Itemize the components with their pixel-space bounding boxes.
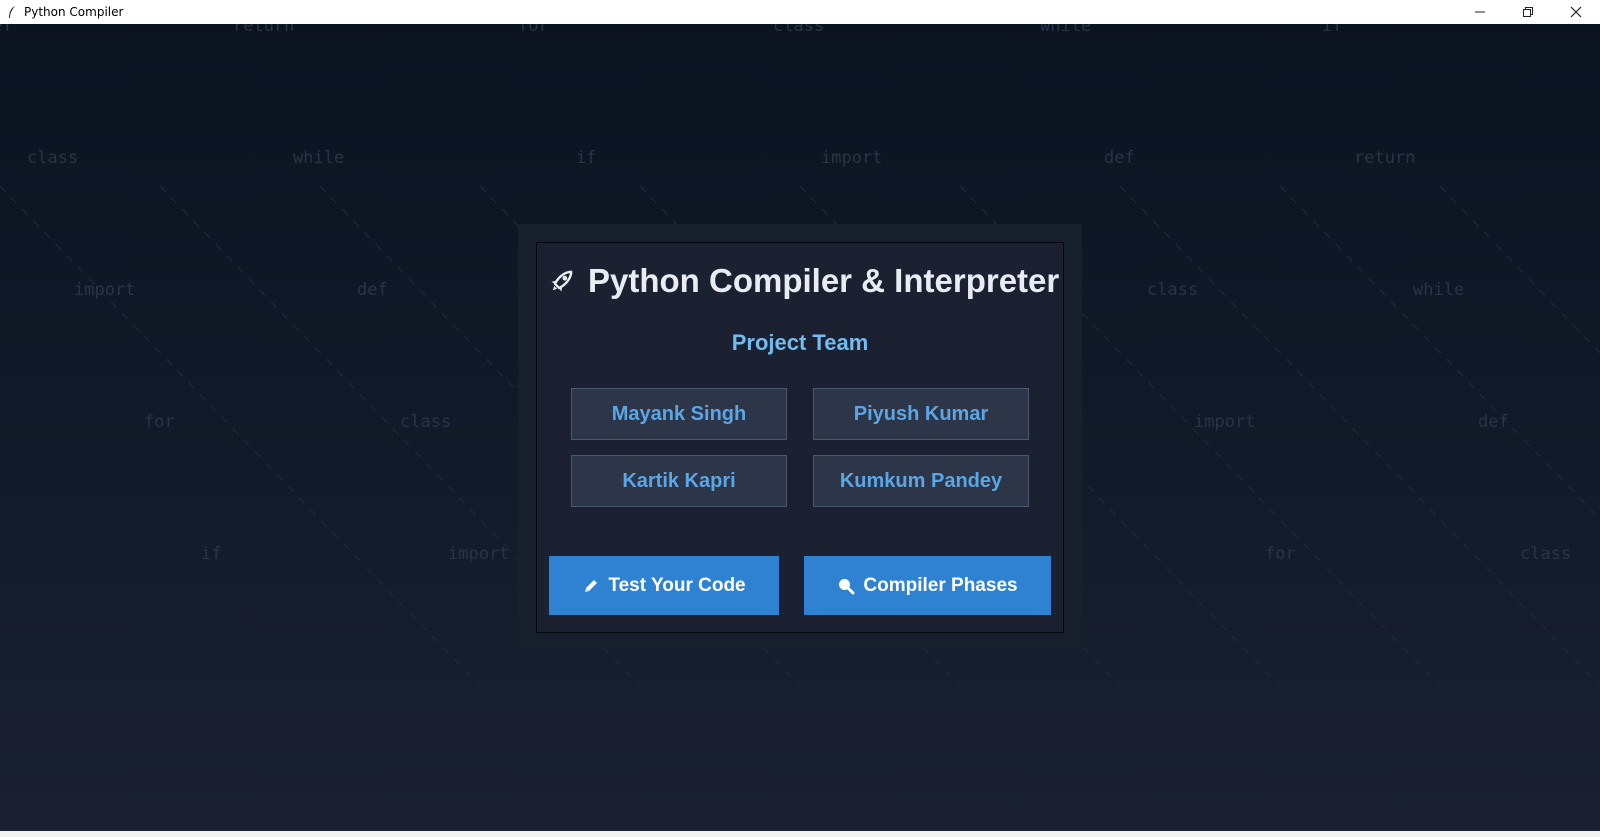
rocket-icon [546, 265, 578, 297]
background-keyword: while [1040, 24, 1092, 36]
background-keyword: class [1147, 280, 1199, 300]
background-keyword: class [27, 148, 79, 168]
team-heading: Project Team [731, 330, 869, 355]
pencil-icon [582, 577, 600, 595]
bottom-edge [0, 831, 1600, 837]
compiler-phases-label: Compiler Phases [863, 574, 1018, 596]
background-keyword: class [400, 412, 452, 432]
background-keyword: def [357, 280, 388, 300]
close-button[interactable] [1552, 0, 1600, 24]
background-keyword: def [1104, 148, 1135, 168]
background-keyword: class [1520, 544, 1572, 564]
background-keyword: for [144, 412, 175, 432]
background-keyword: def [1478, 412, 1509, 432]
magnifier-icon [837, 577, 855, 595]
close-icon [1570, 6, 1582, 18]
background-keyword: if [201, 544, 222, 564]
minimize-icon [1475, 11, 1485, 13]
app-title: Python Compiler & Interpreter [588, 262, 1060, 299]
team-member-card: Mayank Singh [571, 388, 787, 440]
background-keyword: if [576, 148, 597, 168]
background-keyword: import [1194, 412, 1256, 432]
background-keyword: class [773, 24, 825, 36]
team-member-card: Kumkum Pandey [813, 455, 1029, 507]
window-titlebar[interactable]: Python Compiler [0, 0, 1600, 24]
background-keyword: for [518, 24, 549, 36]
test-your-code-label: Test Your Code [608, 574, 746, 596]
restore-icon [1523, 7, 1533, 17]
window-controls [1456, 0, 1600, 24]
team-member-card: Piyush Kumar [813, 388, 1029, 440]
background-keyword: if [1322, 24, 1343, 36]
background-keyword: import [821, 148, 883, 168]
background-keyword: import [448, 544, 510, 564]
test-your-code-button[interactable]: Test Your Code [549, 556, 779, 615]
background-keyword: def [0, 24, 13, 36]
minimize-button[interactable] [1456, 0, 1504, 24]
background-keyword: while [1413, 280, 1465, 300]
app-header: Python Compiler & Interpreter [546, 262, 1066, 300]
background-keyword: for [1265, 544, 1296, 564]
background-keyword: import [74, 280, 136, 300]
team-member-card: Kartik Kapri [571, 455, 787, 507]
background-keyword: return [1354, 148, 1416, 168]
window-title: Python Compiler [24, 5, 124, 19]
background-keyword: return [233, 24, 295, 36]
background-keyword: while [293, 148, 345, 168]
compiler-phases-button[interactable]: Compiler Phases [804, 556, 1051, 615]
feather-icon [4, 4, 20, 20]
restore-button[interactable] [1504, 0, 1552, 24]
